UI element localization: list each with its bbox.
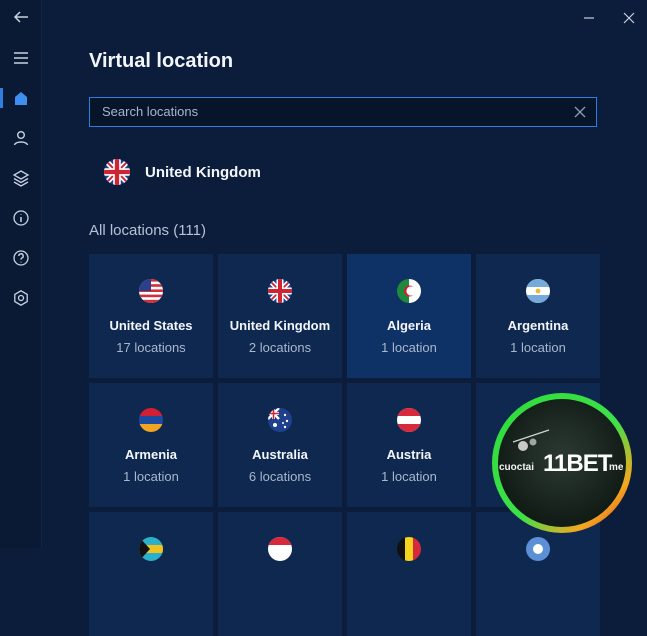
location-card-united-kingdom[interactable]: United Kingdom 2 locations [218,254,342,378]
location-count: 1 location [381,340,437,355]
location-card-austria[interactable]: Austria 1 location [347,383,471,507]
location-name: Argentina [507,318,569,333]
hamburger-icon [13,52,28,64]
flag-icon [268,537,292,561]
help-icon [12,250,29,266]
location-card-argentina[interactable]: Argentina 1 location [476,254,600,378]
australia-flag-icon [268,408,292,432]
location-card-united-states[interactable]: United States 17 locations [89,254,213,378]
us-flag-icon [139,279,163,303]
watermark-prefix: cuoctai [499,462,535,473]
location-name: Australia [252,447,308,462]
location-count: 17 locations [116,340,186,355]
minimize-button[interactable] [576,6,602,30]
close-icon [623,12,635,24]
watermark-suffix: me [609,462,624,473]
active-indicator [0,88,3,108]
close-window-button[interactable] [616,6,642,30]
nav-info[interactable] [0,201,41,235]
armenia-flag-icon [139,408,163,432]
clear-search-icon[interactable] [572,104,588,120]
uk-flag-icon [104,159,130,185]
location-count: 1 location [123,469,179,484]
search-box [89,97,597,127]
austria-flag-icon [397,408,421,432]
nav-account[interactable] [0,121,41,155]
location-name: United States [109,318,193,333]
minimize-icon [584,17,594,19]
person-icon [13,131,28,146]
location-count: 1 location [381,469,437,484]
location-count: 2 locations [248,340,312,355]
location-name: United Kingdom [229,318,331,333]
argentina-flag-icon [526,279,550,303]
back-button[interactable] [0,0,41,34]
uk-flag-icon [268,279,292,303]
watermark-brand: 11BET [543,450,612,477]
location-card[interactable] [218,512,342,636]
nav-home[interactable] [0,81,41,115]
location-card-australia[interactable]: Australia 6 locations [218,383,342,507]
nav-settings[interactable] [0,281,41,315]
location-name: Austria [386,447,432,462]
info-icon [12,210,29,226]
layers-icon [12,170,29,187]
location-count: 1 location [510,340,566,355]
menu-button[interactable] [0,41,41,75]
location-count: 6 locations [248,469,312,484]
nav-help[interactable] [0,241,41,275]
nav-layers[interactable] [0,161,41,195]
location-card-armenia[interactable]: Armenia 1 location [89,383,213,507]
all-locations-heading: All locations (111) [89,222,206,239]
settings-icon [13,290,28,306]
recent-location[interactable]: United Kingdom [104,158,261,186]
algeria-flag-icon [397,279,421,303]
location-card[interactable] [347,512,471,636]
search-input[interactable] [102,98,562,125]
back-arrow-icon [13,11,28,23]
location-name: Armenia [124,447,178,462]
bahamas-flag-icon [139,537,163,561]
watermark-badge: cuoctai 11BET me [489,390,635,536]
belgium-flag-icon [397,537,421,561]
location-name: Algeria [386,318,432,333]
sidebar [0,0,42,548]
location-card[interactable] [89,512,213,636]
location-card-algeria[interactable]: Algeria 1 location [347,254,471,378]
flag-icon [526,537,550,561]
home-icon [14,92,27,105]
page-title: Virtual location [89,50,234,72]
recent-location-label: United Kingdom [145,163,261,181]
